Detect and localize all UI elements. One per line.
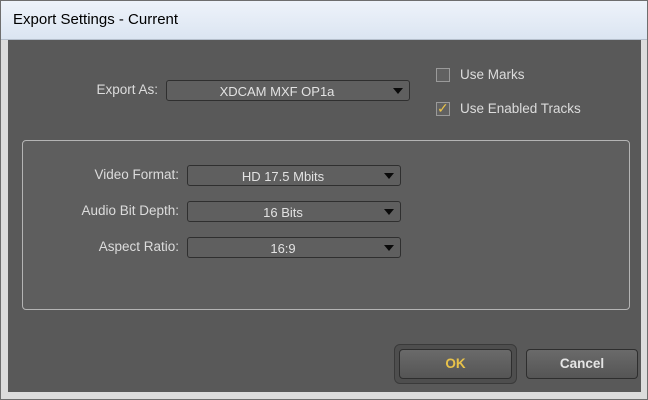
checkmark-icon: ✓ xyxy=(437,100,449,116)
export-as-dropdown[interactable]: XDCAM MXF OP1a xyxy=(166,80,410,101)
export-as-label: Export As: xyxy=(96,82,158,97)
dropdown-arrow-icon xyxy=(393,88,403,94)
dialog-body: Export As: XDCAM MXF OP1a Use Marks ✓ Us… xyxy=(8,40,641,392)
title-bar: Export Settings - Current xyxy=(1,1,647,40)
ok-button-focus-ring: OK xyxy=(394,344,517,384)
audio-bit-depth-value: 16 Bits xyxy=(263,205,303,220)
use-marks-checkbox[interactable] xyxy=(436,68,450,82)
use-enabled-tracks-label: Use Enabled Tracks xyxy=(460,101,581,116)
video-format-dropdown[interactable]: HD 17.5 Mbits xyxy=(187,165,401,186)
ok-button[interactable]: OK xyxy=(399,349,512,379)
dropdown-arrow-icon xyxy=(384,209,394,215)
dropdown-arrow-icon xyxy=(384,173,394,179)
export-settings-dialog: Export Settings - Current Export As: XDC… xyxy=(0,0,648,400)
dropdown-arrow-icon xyxy=(384,245,394,251)
video-format-value: HD 17.5 Mbits xyxy=(241,169,325,184)
aspect-ratio-dropdown[interactable]: 16:9 xyxy=(187,237,401,258)
dialog-title: Export Settings - Current xyxy=(13,11,179,28)
use-enabled-tracks-checkbox[interactable]: ✓ xyxy=(436,100,450,116)
cancel-button[interactable]: Cancel xyxy=(526,349,638,379)
audio-bit-depth-dropdown[interactable]: 16 Bits xyxy=(187,201,401,222)
format-settings-panel: Video Format: HD 17.5 Mbits Audio Bit De… xyxy=(22,140,630,310)
use-marks-label: Use Marks xyxy=(460,67,525,82)
audio-bit-depth-label: Audio Bit Depth: xyxy=(81,203,179,218)
aspect-ratio-value: 16:9 xyxy=(270,241,296,256)
video-format-label: Video Format: xyxy=(94,167,179,182)
export-as-value: XDCAM MXF OP1a xyxy=(219,84,335,99)
aspect-ratio-label: Aspect Ratio: xyxy=(98,239,179,254)
